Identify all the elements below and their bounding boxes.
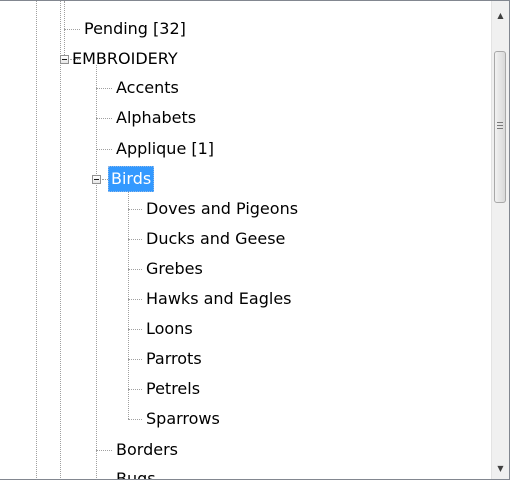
tree-item-alphabets[interactable]: Alphabets bbox=[114, 105, 198, 131]
tree-guide-line bbox=[60, 1, 61, 479]
tree-guide-line bbox=[64, 1, 65, 59]
tree-item-applique[interactable]: Applique [1] bbox=[114, 136, 216, 162]
tree-connector bbox=[128, 269, 142, 270]
scrollbar-thumb[interactable] bbox=[494, 51, 506, 203]
tree-item-borders[interactable]: Borders bbox=[114, 437, 180, 463]
tree-connector bbox=[128, 329, 142, 330]
thumb-grip-line bbox=[497, 128, 503, 129]
tree-connector bbox=[96, 88, 112, 89]
tree-item-doves-and-pigeons[interactable]: Doves and Pigeons bbox=[144, 196, 300, 222]
tree-item-bugs[interactable]: Bugs bbox=[114, 466, 158, 479]
thumb-grip-line bbox=[497, 122, 503, 123]
tree-item-embroidery[interactable]: EMBROIDERY bbox=[70, 46, 180, 72]
tree-item-pending[interactable]: Pending [32] bbox=[82, 16, 188, 42]
tree-item-petrels[interactable]: Petrels bbox=[144, 376, 202, 402]
scroll-up-arrow-icon[interactable]: ▲ bbox=[492, 7, 509, 24]
tree-item-parrots[interactable]: Parrots bbox=[144, 346, 204, 372]
tree-connector bbox=[128, 299, 142, 300]
tree-connector bbox=[128, 389, 142, 390]
tree-connector bbox=[128, 419, 142, 420]
collapse-icon[interactable] bbox=[92, 175, 101, 184]
thumb-grip-line bbox=[497, 125, 503, 126]
tree-connector bbox=[128, 359, 142, 360]
tree-item-birds[interactable]: Birds bbox=[108, 166, 155, 192]
tree-item-ducks-and-geese[interactable]: Ducks and Geese bbox=[144, 226, 287, 252]
tree-guide-line bbox=[96, 65, 97, 479]
tree-view[interactable]: Pending [32] EMBROIDERY Accents Alphabet… bbox=[0, 0, 510, 480]
tree-connector bbox=[64, 29, 80, 30]
tree-item-sparrows[interactable]: Sparrows bbox=[144, 406, 222, 432]
collapse-icon[interactable] bbox=[60, 55, 69, 64]
tree-connector bbox=[128, 239, 142, 240]
tree-connector bbox=[96, 149, 112, 150]
scroll-down-arrow-icon[interactable]: ▼ bbox=[492, 460, 509, 477]
tree-item-hawks-and-eagles[interactable]: Hawks and Eagles bbox=[144, 286, 294, 312]
tree-connector bbox=[128, 209, 142, 210]
tree-guide-line bbox=[36, 1, 37, 479]
vertical-scrollbar[interactable]: ▲ ▼ bbox=[491, 1, 509, 479]
tree-item-loons[interactable]: Loons bbox=[144, 316, 195, 342]
tree-item-accents[interactable]: Accents bbox=[114, 75, 181, 101]
tree-connector bbox=[96, 450, 112, 451]
tree-guide-line bbox=[128, 191, 129, 419]
tree-connector bbox=[96, 118, 112, 119]
tree-item-grebes[interactable]: Grebes bbox=[144, 256, 205, 282]
